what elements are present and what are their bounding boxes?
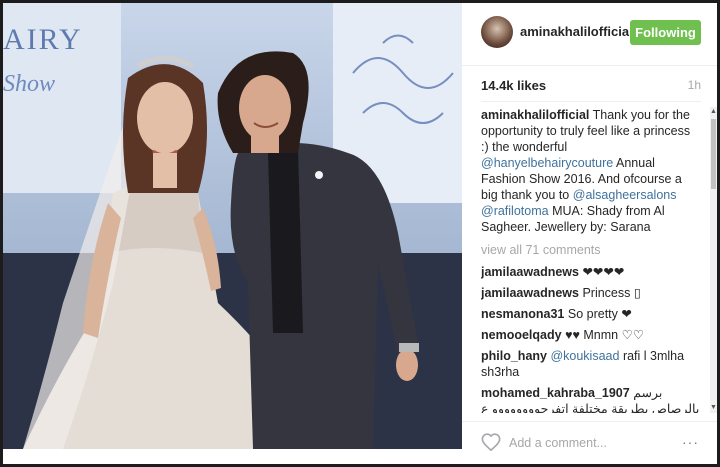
likes-row: 14.4k likes 1h (481, 77, 701, 97)
comment-username[interactable]: nemooelqady (481, 328, 562, 342)
more-options-icon[interactable]: ··· (682, 434, 699, 450)
comment-username[interactable]: jamilaawadnews (481, 286, 579, 300)
comment-mention[interactable]: @koukisaad (550, 349, 619, 363)
caption-username[interactable]: aminakhalilofficial (481, 108, 589, 122)
comment-item: jamilaawadnews ❤❤❤❤ (481, 264, 701, 280)
photo-figures (23, 34, 454, 449)
scroll-up-arrow-icon[interactable]: ▲ (710, 107, 717, 117)
comments-list: aminakhalilofficial Thank you for the op… (481, 107, 701, 413)
post-username[interactable]: aminakhalilofficial (520, 24, 633, 39)
avatar[interactable] (481, 16, 513, 48)
comment-username[interactable]: philo_hany (481, 349, 547, 363)
caption: aminakhalilofficial Thank you for the op… (481, 107, 701, 235)
boutonniere (315, 171, 323, 179)
man-suit (230, 143, 418, 449)
divider (481, 101, 701, 102)
view-all-comments-link[interactable]: view all 71 comments (481, 242, 701, 258)
instagram-post-card: AIRY Show aminakhalilofficial Following … (3, 3, 717, 464)
scroll-thumb[interactable] (711, 119, 716, 189)
comment-text: ❤❤❤❤ (582, 265, 625, 279)
post-header: aminakhalilofficial Following (462, 3, 717, 66)
post-photo[interactable]: AIRY Show (3, 3, 462, 449)
caption-mention-3[interactable]: @rafilotoma (481, 204, 549, 218)
watch (399, 343, 419, 352)
comment-text: So pretty ❤ (567, 307, 632, 321)
floral-decoration (352, 34, 454, 124)
heart-icon[interactable] (481, 433, 501, 451)
comment-item: nesmanona31 So pretty ❤ (481, 306, 701, 322)
scroll-down-arrow-icon[interactable]: ▼ (710, 403, 717, 413)
comment-item: mohamed_kahraba_1907 برسم بالرصاص بطريقة… (481, 385, 701, 413)
post-sidebar: aminakhalilofficial Following 14.4k like… (462, 3, 717, 464)
comment-text: ♥♥ Mnmn ♡♡ (565, 328, 644, 342)
likes-count[interactable]: 14.4k likes (481, 78, 546, 93)
comment-username[interactable]: nesmanona31 (481, 307, 564, 321)
post-footer: ··· (462, 421, 717, 464)
following-button[interactable]: Following (630, 20, 701, 45)
comment-text: Princess ▯ (582, 286, 641, 300)
man-face (239, 75, 291, 141)
comment-username[interactable]: jamilaawadnews (481, 265, 579, 279)
caption-mention-1[interactable]: @hanyelbehairycouture (481, 156, 613, 170)
comment-username[interactable]: mohamed_kahraba_1907 (481, 386, 630, 400)
caption-mention-2[interactable]: @alsagheersalons (573, 188, 677, 202)
comment-item: philo_hany @koukisaad rafi l 3mlha sh3rh… (481, 348, 701, 380)
comments-scrollbar[interactable]: ▲ ▼ (710, 107, 717, 413)
add-comment-input[interactable] (507, 432, 661, 454)
bride-face (137, 82, 193, 154)
comment-item: nemooelqady ♥♥ Mnmn ♡♡ (481, 327, 701, 343)
comment-item: jamilaawadnews Princess ▯ (481, 285, 701, 301)
post-time[interactable]: 1h (688, 78, 701, 92)
